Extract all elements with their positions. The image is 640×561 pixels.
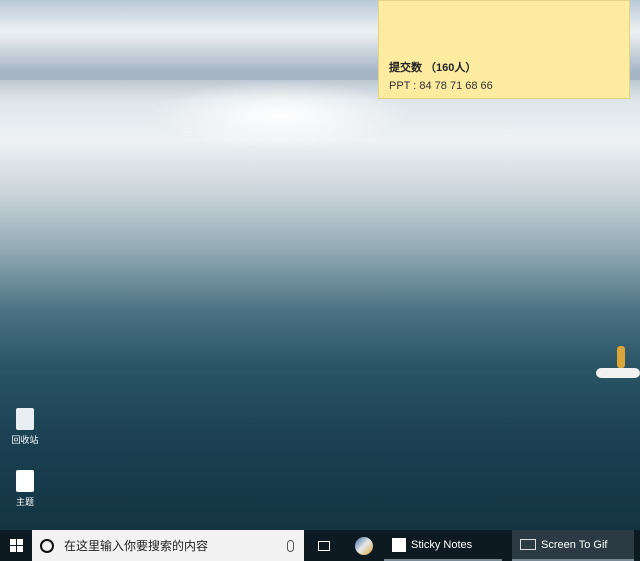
sticky-notes-icon <box>392 537 406 552</box>
wallpaper-glow <box>150 80 410 150</box>
paddleboard <box>596 368 640 378</box>
cortana-icon <box>40 538 54 553</box>
browser-button[interactable] <box>344 530 384 561</box>
app-label: Screen To Gif <box>541 538 608 551</box>
file-icon <box>16 470 34 492</box>
browser-icon <box>355 536 373 555</box>
taskbar-app-sticky-notes[interactable]: Sticky Notes <box>384 530 502 561</box>
paddleboarder <box>617 346 625 368</box>
windows-icon <box>9 539 23 552</box>
sticky-note[interactable]: 提交数 （160人） PPT : 84 78 71 68 66 <box>378 0 630 99</box>
microphone-icon[interactable] <box>287 539 294 552</box>
note-line: PPT : 84 78 71 68 66 <box>389 80 493 92</box>
start-button[interactable] <box>0 530 32 561</box>
task-view-icon <box>318 540 330 551</box>
taskbar-app-screen-to-gif[interactable]: Screen To Gif <box>512 530 634 561</box>
search-placeholder: 在这里输入你要搜索的内容 <box>64 539 209 553</box>
note-heading: 提交数 （160人） <box>389 62 477 74</box>
desktop-icon-theme[interactable]: 主题 <box>0 470 50 508</box>
screen-to-gif-icon <box>520 539 536 550</box>
task-view-button[interactable] <box>304 530 344 561</box>
icon-label: 主题 <box>15 498 34 508</box>
taskbar: 在这里输入你要搜索的内容 Sticky Notes Screen To Gif <box>0 530 640 561</box>
app-label: Sticky Notes <box>411 538 473 551</box>
recycle-bin-icon <box>16 408 34 430</box>
icon-label: 回收站 <box>11 436 39 446</box>
search-box[interactable]: 在这里输入你要搜索的内容 <box>32 530 304 561</box>
desktop-icon-recycle-bin[interactable]: 回收站 <box>0 408 50 446</box>
